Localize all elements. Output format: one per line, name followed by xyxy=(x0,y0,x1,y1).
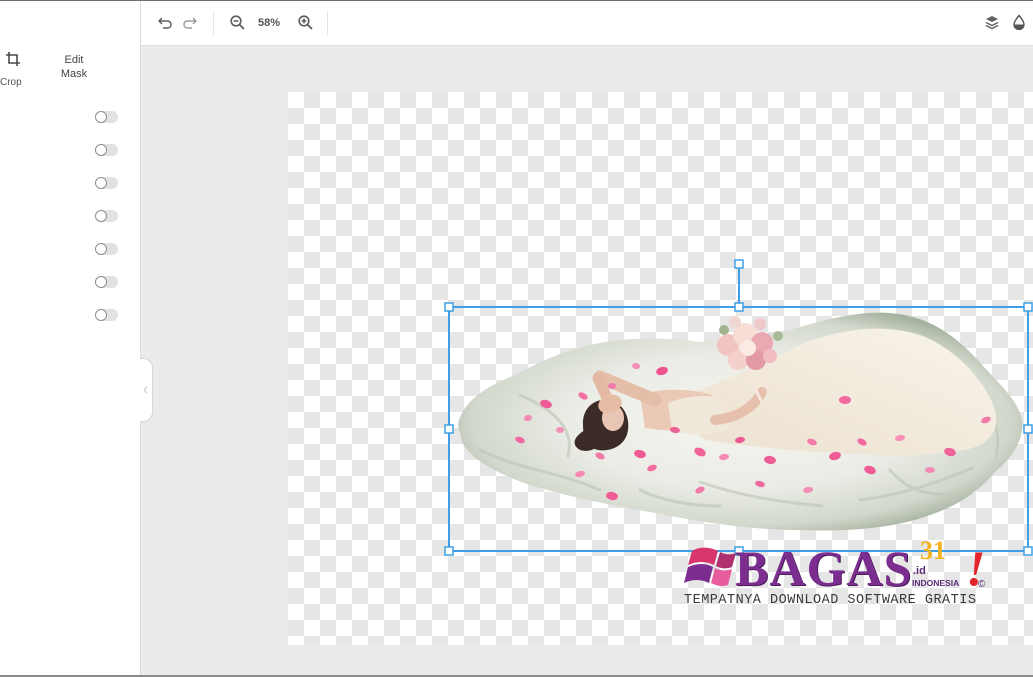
toggle-knob xyxy=(95,276,107,288)
watermark-country: INDONESIA xyxy=(912,578,960,588)
toggle-switch[interactable] xyxy=(95,243,118,255)
crop-label: Crop xyxy=(0,77,22,88)
resize-handle-top-left[interactable] xyxy=(444,302,454,312)
toggle-switch[interactable] xyxy=(95,276,118,288)
sidebar-collapse-handle[interactable] xyxy=(140,358,153,422)
resize-handle-right[interactable] xyxy=(1023,424,1033,434)
toggle-switch[interactable] xyxy=(95,210,118,222)
resize-handle-bottom-left[interactable] xyxy=(444,546,454,556)
toggle-switch[interactable] xyxy=(95,111,118,123)
sidebar: Crop Edit Mask xyxy=(0,1,141,675)
zoom-out-icon[interactable] xyxy=(230,15,245,30)
resize-handle-bottom-right[interactable] xyxy=(1023,546,1033,556)
petal xyxy=(925,467,935,473)
petal xyxy=(608,383,616,389)
toggle-knob xyxy=(95,177,107,189)
photo-layer[interactable] xyxy=(458,312,1023,531)
zoom-level[interactable]: 58% xyxy=(258,1,280,45)
toggle-knob xyxy=(95,243,107,255)
watermark-flag-logo xyxy=(684,547,736,587)
toggle-knob xyxy=(95,111,107,123)
toggle-knob xyxy=(95,210,107,222)
toggle-knob xyxy=(95,309,107,321)
undo-icon[interactable] xyxy=(158,17,172,29)
chevron-left-icon xyxy=(143,386,148,394)
toggle-knob xyxy=(95,144,107,156)
toggle-switch[interactable] xyxy=(95,309,118,321)
toolbar: 58% xyxy=(141,1,1033,46)
petal xyxy=(839,396,851,404)
petal xyxy=(556,427,564,433)
toggle-switch[interactable] xyxy=(95,144,118,156)
toggle-switch[interactable] xyxy=(95,177,118,189)
watermark-number: 31 xyxy=(920,536,946,565)
toolbar-separator xyxy=(327,11,328,35)
resize-handle-left[interactable] xyxy=(444,424,454,434)
watermark-tagline: TEMPATNYA DOWNLOAD SOFTWARE GRATIS xyxy=(684,593,977,608)
crop-tool-button[interactable]: Crop xyxy=(0,49,28,91)
watermark-brand: BAGAS xyxy=(735,540,913,596)
watermark-copyright: © xyxy=(978,579,986,590)
window-top-border xyxy=(0,0,1033,1)
resize-handle-top-right[interactable] xyxy=(1023,302,1033,312)
edit-mask-button[interactable]: Edit Mask xyxy=(56,53,92,81)
resize-handle-top[interactable] xyxy=(734,302,744,312)
redo-icon[interactable] xyxy=(183,17,197,29)
zoom-in-icon[interactable] xyxy=(298,15,313,30)
drop-icon[interactable] xyxy=(1012,14,1026,30)
watermark-tld: .id xyxy=(913,565,926,577)
toggle-list xyxy=(95,111,118,321)
layers-icon[interactable] xyxy=(985,15,999,30)
rotate-handle[interactable] xyxy=(734,259,744,269)
toolbar-separator xyxy=(213,11,214,35)
crop-icon xyxy=(6,52,20,66)
